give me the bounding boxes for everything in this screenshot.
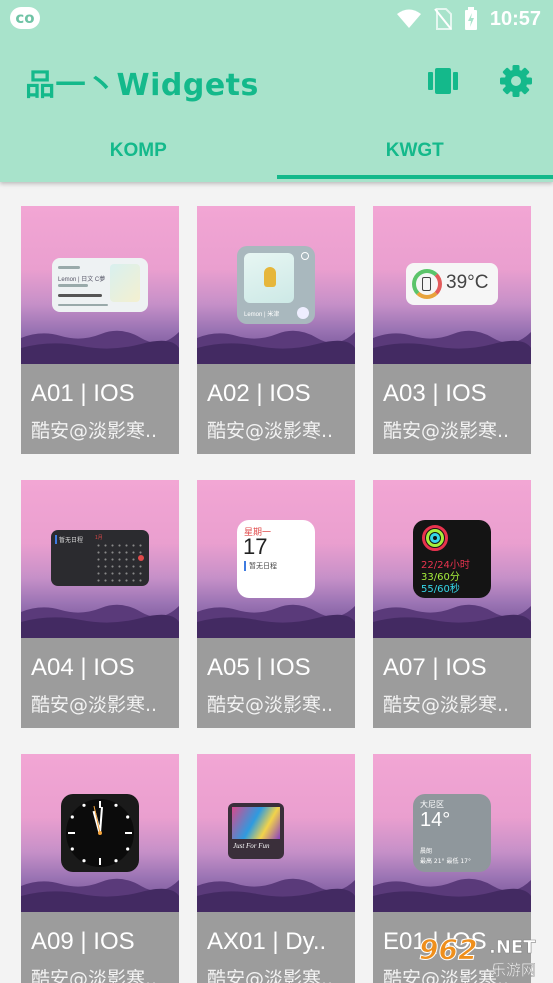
tab-komp[interactable]: KOMP xyxy=(0,126,277,182)
battery-charging-icon xyxy=(464,7,477,30)
day-number: 17 xyxy=(243,534,268,559)
date-widget-preview: 星期一 17 暂无日程 xyxy=(237,520,315,598)
watermark-net: .NET xyxy=(489,937,536,959)
widget-card[interactable]: 39°C A03 | IOS 酷安@淡影寒.. xyxy=(373,206,531,454)
widget-author: 酷安@淡影寒.. xyxy=(31,420,158,442)
widget-card[interactable]: Lemon | 日文 C夢 A01 | IOS 酷安@淡影寒.. xyxy=(21,206,179,454)
album-art xyxy=(244,253,294,303)
widget-author: 酷安@淡影寒.. xyxy=(207,694,334,716)
widget-author: 酷安@淡影寒.. xyxy=(383,420,510,442)
temperature-value: 39°C xyxy=(446,272,489,293)
status-bar: co 10:57 xyxy=(0,0,553,38)
widget-card[interactable]: A09 | IOS 酷安@淡影寒.. xyxy=(21,754,179,983)
widget-author: 酷安@淡影寒.. xyxy=(207,968,334,983)
activity-seconds: 55/60秒 xyxy=(421,584,460,595)
calendar-month: 1月 xyxy=(95,535,103,541)
wifi-icon xyxy=(396,9,421,28)
temperature-widget-preview: 39°C xyxy=(406,263,498,305)
activity-rings-icon xyxy=(422,525,448,551)
widget-title: A09 | IOS xyxy=(31,928,135,955)
clock-widget-preview xyxy=(61,794,139,872)
widget-author: 酷安@淡影寒.. xyxy=(31,968,158,983)
weather-widget-preview: 大尼区 14° 晨朗 最高 21° 最低 17° xyxy=(413,794,491,872)
widget-card[interactable]: 22/24小时 33/60分 55/60秒 A07 | IOS 酷安@淡影寒.. xyxy=(373,480,531,728)
watermark-sub: 乐游网 xyxy=(491,961,537,980)
hills-graphic xyxy=(373,604,531,638)
settings-icon xyxy=(500,65,532,97)
hills-graphic xyxy=(21,330,179,364)
widget-card[interactable]: 暂无日程 1月 A04 | IOS 酷安@淡影寒.. xyxy=(21,480,179,728)
music-label: Lemon | 日文 C夢 xyxy=(58,277,106,283)
widget-preview: 大尼区 14° 晨朗 最高 21° 最低 17° xyxy=(373,754,531,912)
hills-graphic xyxy=(373,330,531,364)
widget-card[interactable]: 星期一 17 暂无日程 A05 | IOS 酷安@淡影寒.. xyxy=(197,480,355,728)
music-widget-preview: Lemon | 日文 C夢 xyxy=(52,258,148,312)
no-sim-icon xyxy=(434,8,452,30)
app-notification-icon: co xyxy=(10,7,40,29)
refresh-icon xyxy=(301,252,309,260)
app-bar: co 10:57 品一丶Widgets KOMP KWGT xyxy=(0,0,553,182)
calendar-days xyxy=(95,542,145,582)
hills-graphic xyxy=(373,878,531,912)
tab-kwgt[interactable]: KWGT xyxy=(276,126,553,182)
theme-button[interactable] xyxy=(424,62,462,100)
widget-preview: 星期一 17 暂无日程 xyxy=(197,480,355,638)
widget-preview: 39°C xyxy=(373,206,531,364)
widget-preview: Just For Fun xyxy=(197,754,355,912)
widget-preview: 暂无日程 1月 xyxy=(21,480,179,638)
widget-title: A07 | IOS xyxy=(383,654,487,681)
hills-graphic xyxy=(21,878,179,912)
widget-author: 酷安@淡影寒.. xyxy=(31,694,158,716)
status-icons: 10:57 xyxy=(396,6,541,32)
hills-graphic xyxy=(197,330,355,364)
news-image xyxy=(232,807,280,839)
weather-temp: 14° xyxy=(420,809,451,831)
calendar-event: 暂无日程 xyxy=(55,535,83,544)
site-watermark: 962 .NET 乐游网 xyxy=(413,933,549,980)
widget-title: A02 | IOS xyxy=(207,380,311,407)
widget-card[interactable]: Lemon | 米津 A02 | IOS 酷安@淡影寒.. xyxy=(197,206,355,454)
settings-button[interactable] xyxy=(497,62,535,100)
widget-preview: Lemon | 日文 C夢 xyxy=(21,206,179,364)
widget-author: 酷安@淡影寒.. xyxy=(207,420,334,442)
news-widget-preview: Just For Fun xyxy=(228,803,284,859)
activity-widget-preview: 22/24小时 33/60分 55/60秒 xyxy=(413,520,491,598)
widget-title: A04 | IOS xyxy=(31,654,135,681)
hills-graphic xyxy=(197,878,355,912)
widget-preview xyxy=(21,754,179,912)
widget-preview: Lemon | 米津 xyxy=(197,206,355,364)
widget-title: AX01 | Dy.. xyxy=(207,928,327,955)
hills-graphic xyxy=(197,604,355,638)
theme-icon xyxy=(428,68,458,94)
news-caption: Just For Fun xyxy=(233,842,270,850)
watermark-number: 962 xyxy=(418,933,478,967)
page-title: 品一丶Widgets xyxy=(25,68,259,103)
status-time: 10:57 xyxy=(489,7,541,30)
hills-graphic xyxy=(21,604,179,638)
weather-condition: 晨朗 xyxy=(420,848,433,855)
weather-range: 最高 21° 最低 17° xyxy=(420,858,471,865)
battery-ring-icon xyxy=(412,269,442,299)
widget-preview: 22/24小时 33/60分 55/60秒 xyxy=(373,480,531,638)
calendar-widget-preview: 暂无日程 1月 xyxy=(51,530,149,586)
player-label: Lemon | 米津 xyxy=(244,312,280,318)
date-event: 暂无日程 xyxy=(244,561,277,571)
widget-title: A03 | IOS xyxy=(383,380,487,407)
pause-icon xyxy=(297,307,309,319)
calendar-today-marker xyxy=(138,555,144,561)
widget-grid: Lemon | 日文 C夢 A01 | IOS 酷安@淡影寒.. Lemon |… xyxy=(21,206,533,983)
widget-author: 酷安@淡影寒.. xyxy=(383,694,510,716)
clock-face-icon xyxy=(66,799,134,867)
player-widget-preview: Lemon | 米津 xyxy=(237,246,315,324)
widget-title: A05 | IOS xyxy=(207,654,311,681)
widget-title: A01 | IOS xyxy=(31,380,135,407)
tab-bar: KOMP KWGT xyxy=(0,126,553,182)
widget-card[interactable]: Just For Fun AX01 | Dy.. 酷安@淡影寒.. xyxy=(197,754,355,983)
album-art xyxy=(110,264,140,302)
